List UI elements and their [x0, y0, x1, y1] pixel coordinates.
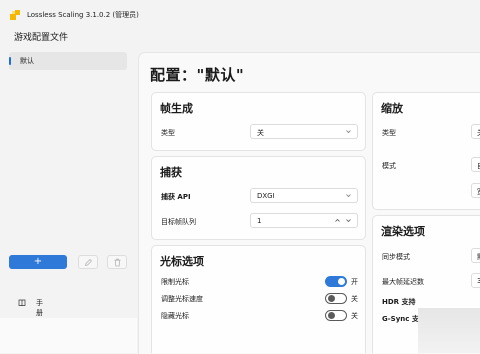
frame-queue-stepper[interactable]: 1	[250, 213, 358, 228]
pencil-icon	[84, 258, 93, 267]
card-title: 帧生成	[160, 102, 193, 115]
toggle-state-text: 关	[351, 295, 358, 303]
sync-mode-select[interactable]: 默	[471, 248, 480, 263]
frame-generation-card: 帧生成 类型 关	[151, 92, 366, 151]
toggle-state-text: 关	[351, 312, 358, 320]
capture-api-select[interactable]: DXGI	[250, 188, 358, 203]
chevron-down-icon	[346, 130, 351, 134]
frame-queue-label: 目标帧队列	[161, 218, 196, 226]
scaling-mode-select[interactable]: 自	[471, 157, 480, 172]
hide-cursor-toggle[interactable]	[325, 310, 347, 321]
book-icon	[18, 299, 26, 307]
window-title: Lossless Scaling 3.1.0.2 (管理员)	[27, 11, 139, 19]
obscured-region	[418, 308, 480, 353]
adjust-cursor-speed-label: 调整光标速度	[161, 295, 203, 303]
adjust-cursor-speed-toggle[interactable]	[325, 293, 347, 304]
trash-icon	[114, 258, 121, 267]
capture-api-label: 捕获 API	[161, 193, 191, 201]
chevron-down-icon[interactable]	[345, 217, 352, 224]
frame-gen-type-select[interactable]: 关	[250, 124, 358, 139]
app-logo-icon	[10, 10, 20, 20]
scaling-type-select[interactable]: 关	[471, 124, 480, 139]
capture-card: 捕获 捕获 API DXGI 目标帧队列 1	[151, 156, 366, 240]
toggle-knob	[328, 312, 335, 319]
scaling-card: 缩放 类型 关 模式 自 宽	[372, 92, 480, 210]
scaling-extra-select[interactable]: 宽	[471, 183, 480, 198]
cursor-options-card: 光标选项 限制光标 开 调整光标速度 关 隐藏光标 关	[151, 245, 366, 353]
card-title: 光标选项	[160, 255, 204, 268]
sidebar-heading: 游戏配置文件	[14, 33, 69, 43]
card-title: 缩放	[381, 102, 403, 115]
select-value: DXGI	[257, 192, 275, 200]
stepper-value: 1	[257, 217, 262, 225]
profile-label: 默认	[20, 57, 34, 65]
add-profile-button[interactable]: +	[9, 255, 67, 269]
select-value: 关	[257, 129, 264, 137]
sidebar: 游戏配置文件 默认 + 手册	[0, 28, 136, 353]
hide-cursor-label: 隐藏光标	[161, 312, 189, 320]
limit-cursor-label: 限制光标	[161, 278, 189, 286]
max-frame-latency-label: 最大帧延迟数	[382, 278, 424, 286]
chevron-down-icon	[346, 194, 351, 198]
page-title: 配置："默认"	[150, 66, 245, 84]
title-bar: Lossless Scaling 3.1.0.2 (管理员)	[0, 0, 480, 28]
card-title: 捕获	[160, 166, 182, 179]
toggle-knob	[328, 295, 335, 302]
max-frame-latency-select[interactable]: 3	[471, 273, 480, 288]
delete-profile-button[interactable]	[107, 255, 127, 269]
selected-indicator	[9, 57, 11, 65]
sidebar-bottom-area	[0, 318, 137, 353]
gsync-support-label: G-Sync 支	[382, 315, 419, 323]
sidebar-item-default-profile[interactable]: 默认	[9, 52, 127, 70]
toggle-state-text: 开	[351, 278, 358, 286]
scaling-mode-label: 模式	[382, 162, 396, 170]
frame-gen-type-label: 类型	[161, 129, 175, 137]
toggle-knob	[338, 278, 345, 285]
sync-mode-label: 同步模式	[382, 253, 410, 261]
edit-profile-button[interactable]	[78, 255, 98, 269]
limit-cursor-toggle[interactable]	[325, 276, 347, 287]
scaling-type-label: 类型	[382, 129, 396, 137]
manual-label: 手册	[36, 299, 43, 317]
chevron-up-icon[interactable]	[334, 217, 341, 224]
hdr-support-label: HDR 支持	[382, 298, 416, 306]
card-title: 渲染选项	[381, 225, 425, 238]
